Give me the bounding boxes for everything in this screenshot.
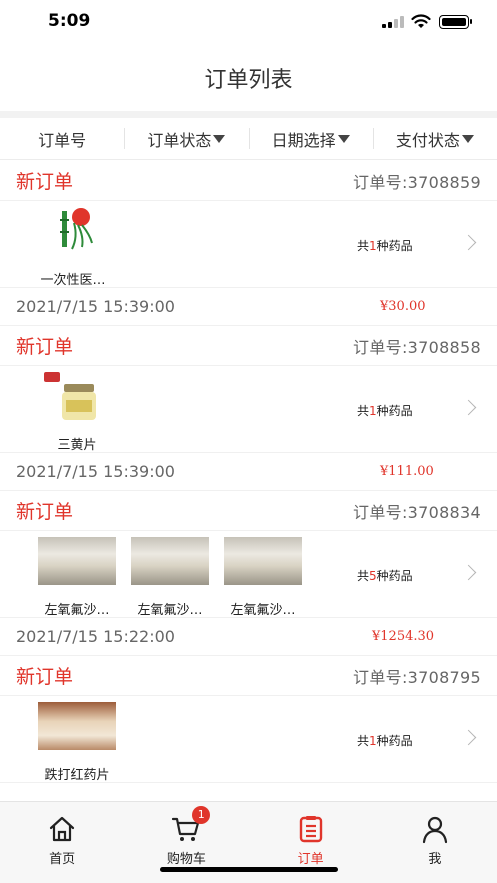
dropdown-triangle-icon <box>213 134 226 143</box>
count-suffix: 种药品 <box>376 734 413 748</box>
cart-badge: 1 <box>192 806 211 824</box>
product-item: 三黄片 <box>36 372 118 453</box>
divider <box>0 111 497 118</box>
count-suffix: 种药品 <box>376 239 413 253</box>
order-status: 新订单 <box>16 501 74 523</box>
tab-label: 我 <box>428 852 442 867</box>
product-photo-icon <box>38 537 116 585</box>
status-time: 5:09 <box>48 11 91 31</box>
medicine-bottle-icon <box>38 372 116 420</box>
order-header: 新订单 订单号:3708858 <box>0 326 497 366</box>
order-card[interactable]: 新订单 订单号:3708858 三黄片 共1种药品 2021/7/15 15:3… <box>0 326 497 491</box>
count-prefix: 共 <box>357 239 370 253</box>
home-icon <box>50 816 75 842</box>
filter-order-number[interactable]: 订单号 <box>0 118 124 159</box>
item-count: 共5种药品 <box>357 567 413 584</box>
order-time: 2021/7/15 15:22:00 <box>16 627 175 646</box>
bamboo-logo-icon <box>34 207 112 255</box>
item-count: 共1种药品 <box>357 402 413 419</box>
filter-label: 订单状态 <box>147 130 212 150</box>
order-time: 2021/7/15 15:39:00 <box>16 462 175 481</box>
order-items[interactable]: 三黄片 共1种药品 <box>0 366 497 453</box>
count-prefix: 共 <box>357 734 370 748</box>
order-items[interactable]: 一次性医… 共1种药品 <box>0 201 497 288</box>
user-icon <box>422 816 447 844</box>
order-footer: 2021/7/15 15:39:00 ¥111.00 <box>0 453 497 491</box>
dropdown-triangle-icon <box>337 134 350 143</box>
count-number: 1 <box>369 404 377 418</box>
order-icon <box>299 816 322 843</box>
product-photo-icon <box>131 537 209 585</box>
product-name: 左氧氟沙… <box>137 603 203 618</box>
wifi-icon <box>411 14 431 28</box>
product-photo-icon <box>224 537 302 585</box>
count-prefix: 共 <box>357 404 370 418</box>
product-name: 三黄片 <box>57 438 97 453</box>
chevron-right-icon[interactable] <box>460 234 477 251</box>
count-suffix: 种药品 <box>376 404 413 418</box>
product-name: 一次性医… <box>40 273 106 288</box>
chevron-right-icon[interactable] <box>460 564 477 581</box>
item-count: 共1种药品 <box>357 237 413 254</box>
tab-label: 首页 <box>49 852 76 867</box>
product-item: 左氧氟沙… <box>222 537 304 618</box>
order-number: 订单号:3708859 <box>353 172 481 192</box>
order-status: 新订单 <box>16 171 74 193</box>
order-total: ¥30.00 <box>380 299 426 314</box>
filter-label: 支付状态 <box>395 130 460 150</box>
battery-icon <box>439 15 472 29</box>
page-title: 订单列表 <box>204 68 293 93</box>
product-item: 跌打红药片 <box>36 702 118 783</box>
order-card[interactable]: 新订单 订单号:3708795 跌打红药片 共1种药品 <box>0 656 497 783</box>
order-list: 新订单 订单号:3708859 一次性医… 共1种药品 2021/7/15 15… <box>0 161 497 783</box>
count-prefix: 共 <box>357 569 370 583</box>
order-items[interactable]: 跌打红药片 共1种药品 <box>0 696 497 783</box>
status-bar: 5:09 <box>0 0 497 44</box>
filter-bar: 订单号 订单状态 日期选择 支付状态 <box>0 118 497 160</box>
order-header: 新订单 订单号:3708834 <box>0 491 497 531</box>
tab-label: 购物车 <box>166 852 206 867</box>
filter-order-status[interactable]: 订单状态 <box>124 118 248 159</box>
count-suffix: 种药品 <box>376 569 413 583</box>
cellular-signal-icon <box>382 16 404 28</box>
order-number: 订单号:3708858 <box>353 337 481 357</box>
tab-home[interactable]: 首页 <box>0 802 124 883</box>
order-items[interactable]: 左氧氟沙… 左氧氟沙… 左氧氟沙… 共5种药品 <box>0 531 497 618</box>
product-item: 一次性医… <box>32 207 114 288</box>
filter-payment-status[interactable]: 支付状态 <box>372 118 497 159</box>
order-number: 订单号:3708834 <box>353 502 481 522</box>
order-time: 2021/7/15 15:39:00 <box>16 297 175 316</box>
order-total: ¥1254.30 <box>372 629 435 644</box>
product-name: 左氧氟沙… <box>44 603 110 618</box>
filter-date[interactable]: 日期选择 <box>248 118 373 159</box>
order-number: 订单号:3708795 <box>353 667 481 687</box>
product-name: 左氧氟沙… <box>230 603 296 618</box>
order-footer: 2021/7/15 15:22:00 ¥1254.30 <box>0 618 497 656</box>
order-header: 新订单 订单号:3708859 <box>0 161 497 201</box>
medicine-pack-icon <box>38 702 116 750</box>
order-card[interactable]: 新订单 订单号:3708859 一次性医… 共1种药品 2021/7/15 15… <box>0 161 497 326</box>
tab-me[interactable]: 我 <box>373 802 497 883</box>
home-indicator <box>160 867 338 872</box>
filter-label: 日期选择 <box>271 130 336 150</box>
filter-label: 订单号 <box>38 130 87 150</box>
order-card[interactable]: 新订单 订单号:3708834 左氧氟沙… 左氧氟沙… 左氧氟沙… 共5种药品 … <box>0 491 497 656</box>
order-header: 新订单 订单号:3708795 <box>0 656 497 696</box>
product-item: 左氧氟沙… <box>129 537 211 618</box>
order-footer: 2021/7/15 15:39:00 ¥30.00 <box>0 288 497 326</box>
item-count: 共1种药品 <box>357 732 413 749</box>
count-number: 1 <box>369 734 377 748</box>
order-total: ¥111.00 <box>380 464 434 479</box>
dropdown-triangle-icon <box>461 134 474 143</box>
order-status: 新订单 <box>16 666 74 688</box>
order-status: 新订单 <box>16 336 74 358</box>
chevron-right-icon[interactable] <box>460 399 477 416</box>
chevron-right-icon[interactable] <box>460 729 477 746</box>
product-item: 左氧氟沙… <box>36 537 118 618</box>
count-number: 1 <box>369 239 377 253</box>
tab-label: 订单 <box>297 852 324 867</box>
product-name: 跌打红药片 <box>44 768 110 783</box>
count-number: 5 <box>369 569 377 583</box>
